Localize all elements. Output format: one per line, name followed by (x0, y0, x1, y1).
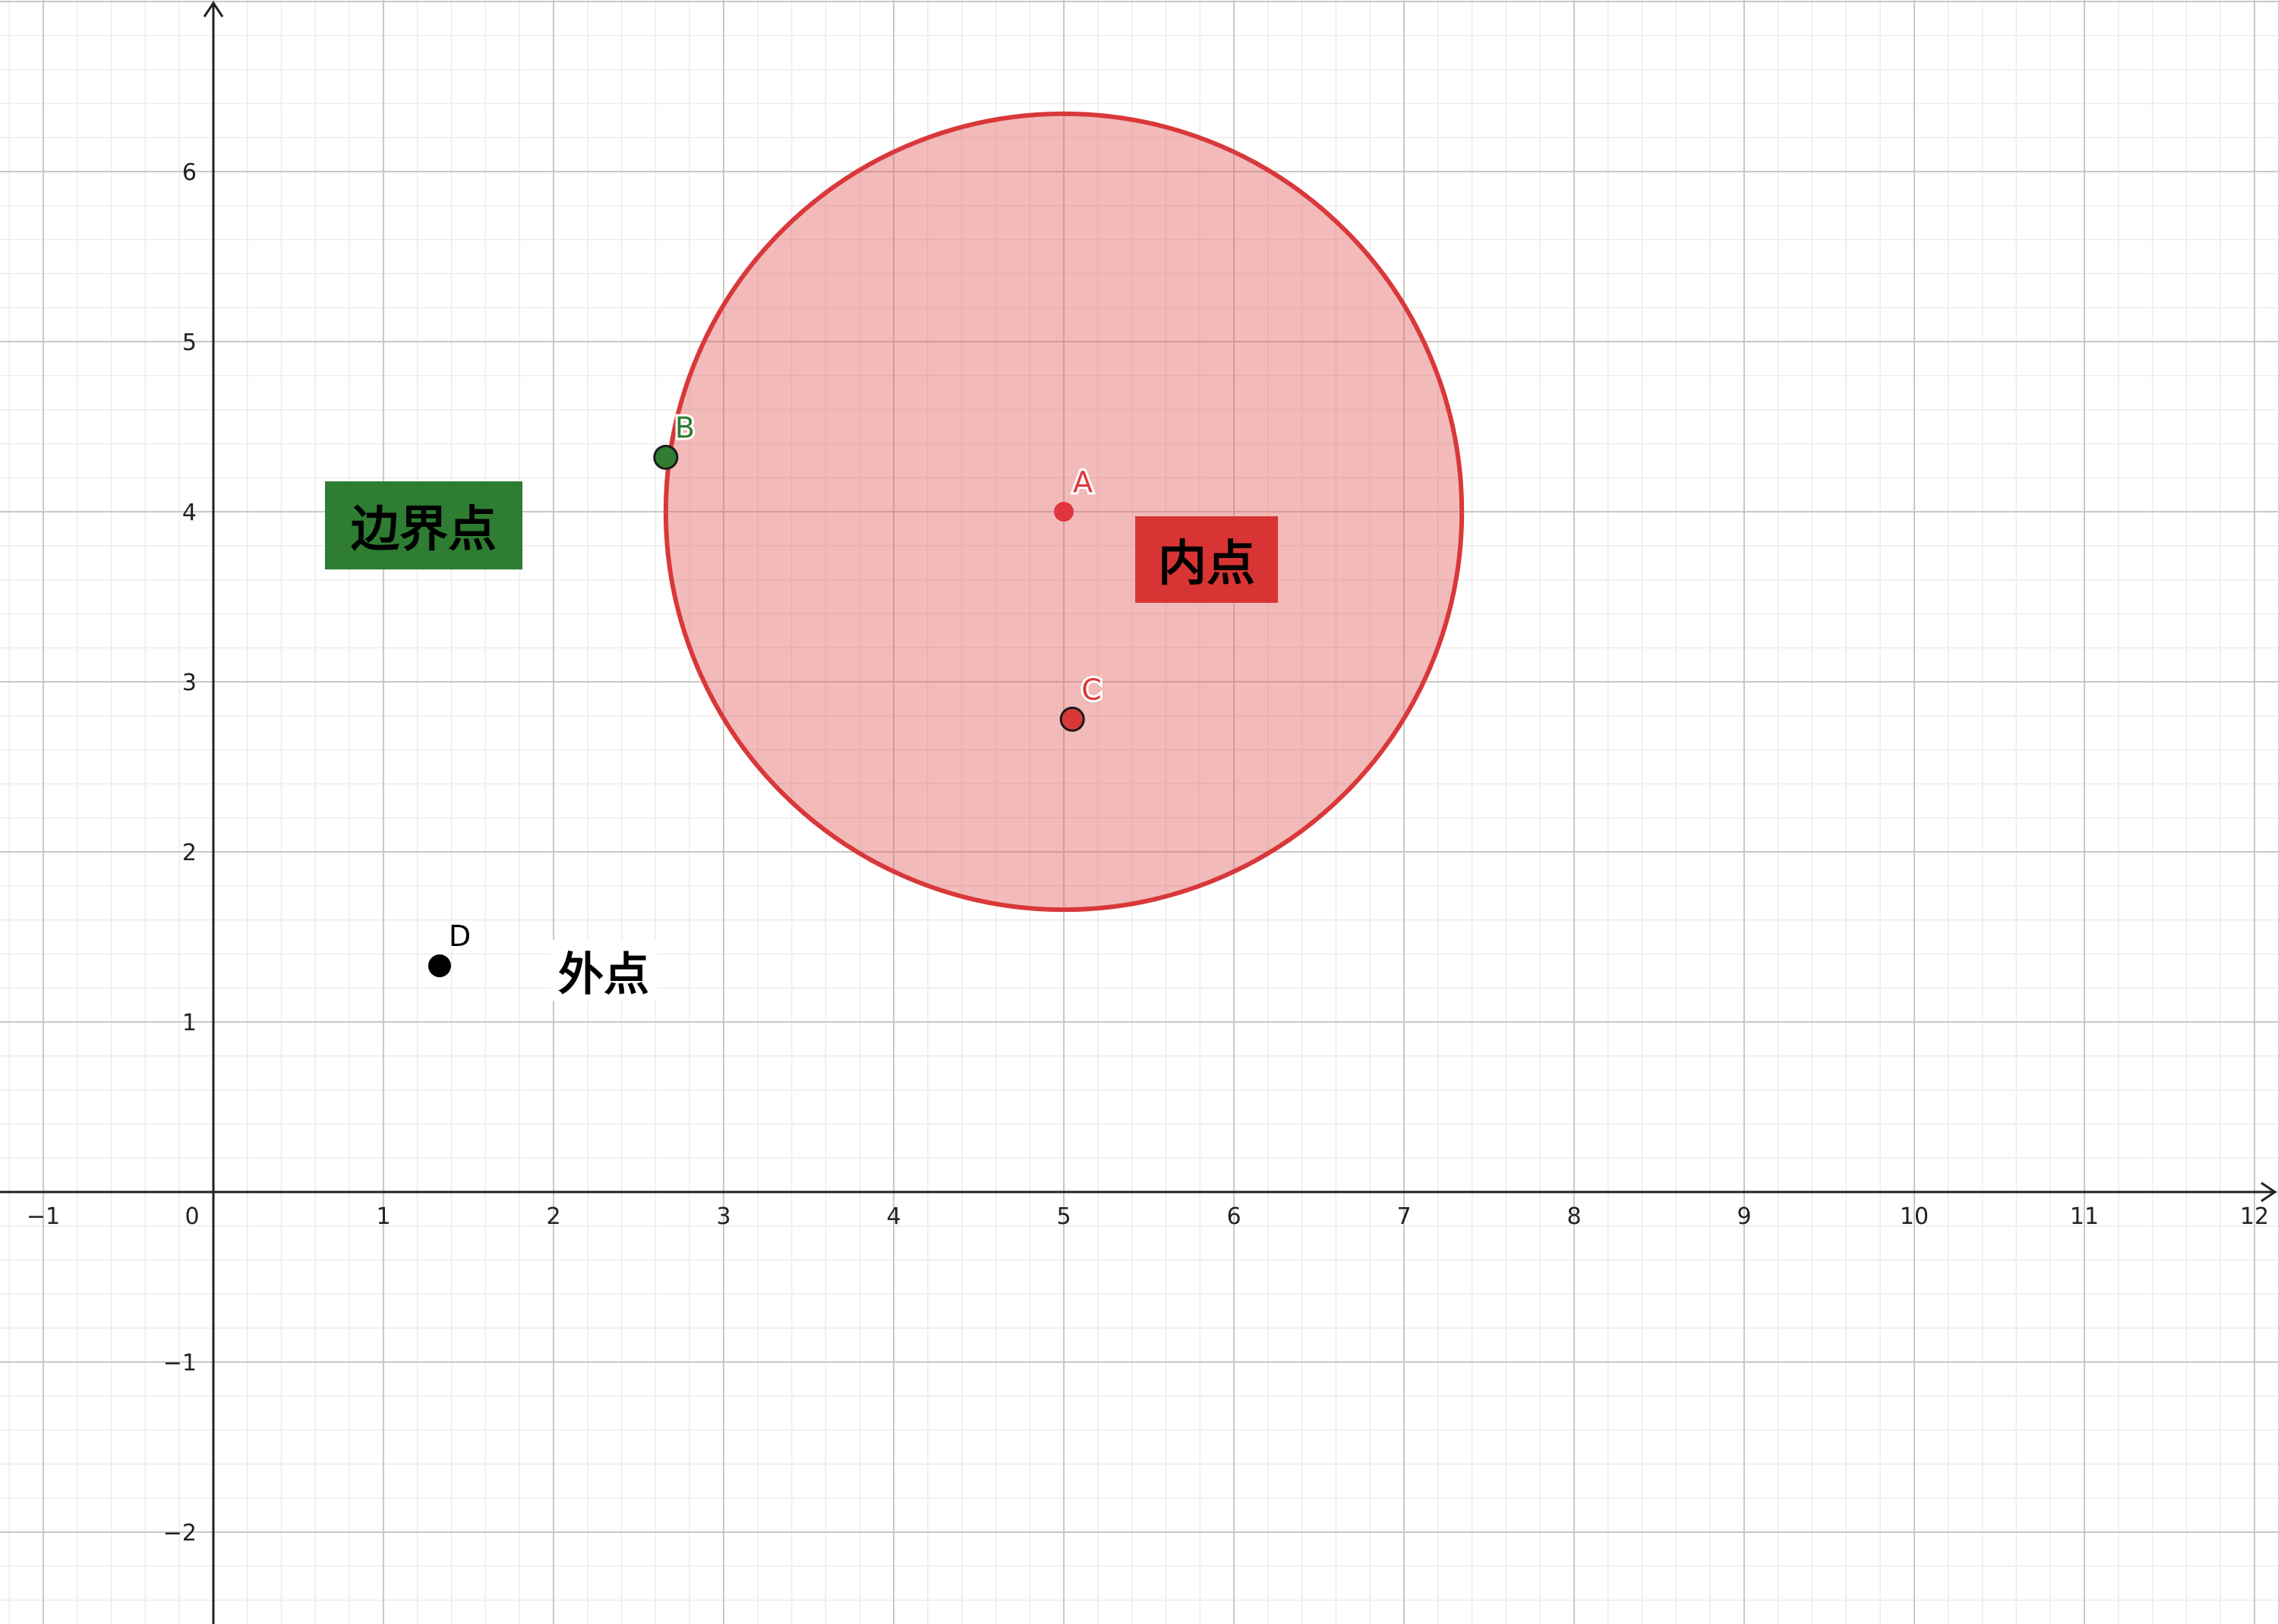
x-tick-label: 8 (1567, 1203, 1581, 1230)
y-tick-label: 5 (182, 330, 197, 356)
y-tick-label: 3 (182, 670, 197, 696)
point-label: A (1073, 465, 1093, 499)
y-tick-label: 1 (182, 1010, 197, 1036)
x-tick-label: 3 (716, 1203, 730, 1230)
point-label: D (449, 919, 471, 953)
x-tick-label: −1 (27, 1203, 60, 1230)
interior-point-label[interactable]: 内点 (1135, 516, 1278, 603)
x-tick-label: 9 (1737, 1203, 1751, 1230)
x-tick-label: 1 (376, 1203, 390, 1230)
x-tick-label: 2 (546, 1203, 560, 1230)
point-d[interactable]: D (428, 917, 473, 978)
exterior-point-label[interactable]: 外点 (551, 940, 657, 1001)
point-label: C (1081, 673, 1102, 706)
coordinate-plane[interactable]: −1 0 1 2 3 4 5 6 7 8 9 10 11 12−2−1123456 ABCD (0, 0, 2278, 1624)
x-tick-label: 7 (1396, 1203, 1411, 1230)
point-marker[interactable] (428, 954, 451, 978)
y-tick-label: −1 (163, 1350, 197, 1376)
x-tick-label: 4 (886, 1203, 901, 1230)
point-marker[interactable] (1054, 502, 1074, 522)
x-tick-label: 10 (1900, 1203, 1929, 1230)
y-tick-label: −2 (163, 1520, 197, 1547)
point-marker[interactable] (653, 444, 679, 470)
point-label: B (675, 411, 695, 444)
x-tick-label: 6 (1226, 1203, 1241, 1230)
x-tick-label: 0 (185, 1203, 199, 1230)
x-tick-label: 12 (2240, 1203, 2269, 1230)
x-tick-label: 11 (2070, 1203, 2099, 1230)
x-tick-label: 5 (1056, 1203, 1071, 1230)
y-tick-label: 2 (182, 840, 197, 866)
y-tick-label: 4 (182, 500, 197, 526)
point-marker[interactable] (1059, 706, 1085, 732)
y-tick-label: 6 (182, 159, 197, 186)
boundary-point-label[interactable]: 边界点 (325, 481, 522, 569)
